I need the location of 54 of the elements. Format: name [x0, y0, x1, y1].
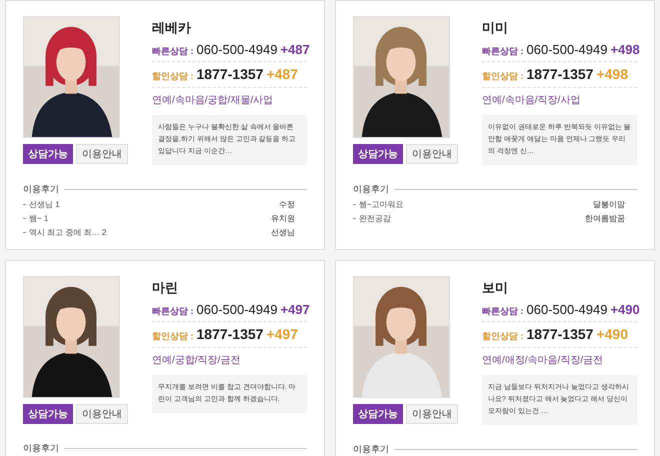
- counselor-name: 미미: [482, 19, 509, 37]
- phone-label: 빠른상담 :: [152, 44, 194, 58]
- guide-button[interactable]: 이용안내: [406, 144, 458, 164]
- phone-label: 빠른상담 :: [482, 304, 524, 318]
- phone-label: 할인상담 :: [482, 70, 524, 83]
- topics: 연예/속마음/궁합/재물/사업: [152, 94, 274, 108]
- phone-label: 할인상담 :: [482, 330, 524, 343]
- phone-number: 1877-1357: [196, 65, 264, 84]
- extension-code: +498: [610, 40, 640, 58]
- phone-number: 1877-1357: [526, 65, 594, 84]
- guide-button[interactable]: 이용안내: [76, 404, 128, 424]
- review-title[interactable]: 쌤~ 1: [29, 212, 48, 224]
- review-author: 한여름밤꿈: [585, 212, 625, 224]
- phone-label: 할인상담 :: [152, 70, 194, 83]
- phone-label: 할인상담 :: [152, 330, 194, 343]
- topics: 연예/애정/속마음/직장/금전: [482, 354, 604, 368]
- reviews-title: 이용후기: [353, 443, 389, 456]
- status-button[interactable]: 상담가능: [23, 144, 73, 164]
- extension-code: +487: [280, 40, 310, 58]
- counselor-name: 레베카: [152, 19, 192, 37]
- extension-code: +498: [596, 65, 628, 84]
- review-author: 유치원: [271, 212, 295, 224]
- status-button[interactable]: 상담가능: [353, 404, 403, 424]
- phone-number: 060-500-4949: [196, 40, 278, 58]
- guide-button[interactable]: 이용안내: [76, 144, 128, 164]
- phone-number: 060-500-4949: [526, 40, 608, 58]
- review-author: 수정: [279, 198, 295, 210]
- review-author: 달봉이맘: [593, 198, 625, 210]
- phone-label: 빠른상담 :: [482, 44, 524, 58]
- topics: 연예/속마음/직장/사업: [482, 94, 582, 108]
- counselor-name: 마린: [152, 279, 179, 297]
- extension-code: +497: [266, 325, 298, 344]
- extension-code: +490: [596, 325, 628, 344]
- reviews-title: 이용후기: [23, 183, 59, 196]
- guide-button[interactable]: 이용안내: [406, 404, 458, 424]
- review-title[interactable]: 완전공감: [359, 212, 391, 224]
- topics: 연예/궁합/직장/금전: [152, 354, 242, 368]
- reviews-title: 이용후기: [23, 442, 59, 455]
- phone-number: 1877-1357: [526, 325, 594, 344]
- review-title[interactable]: 역시 최고 중에 최… 2: [29, 226, 106, 238]
- extension-code: +497: [280, 300, 310, 318]
- phone-label: 빠른상담 :: [152, 304, 194, 318]
- status-button[interactable]: 상담가능: [23, 404, 73, 424]
- review-title[interactable]: 선생님 1: [29, 198, 60, 210]
- reviews-title: 이용후기: [353, 183, 389, 196]
- extension-code: +487: [266, 65, 298, 84]
- review-author: 선생님: [271, 226, 295, 238]
- phone-number: 060-500-4949: [526, 300, 608, 318]
- counselor-name: 보미: [482, 279, 509, 297]
- phone-number: 060-500-4949: [196, 300, 278, 318]
- phone-number: 1877-1357: [196, 325, 264, 344]
- status-button[interactable]: 상담가능: [353, 144, 403, 164]
- extension-code: +490: [610, 300, 640, 318]
- review-title[interactable]: 쌤~고마워요: [359, 198, 404, 210]
